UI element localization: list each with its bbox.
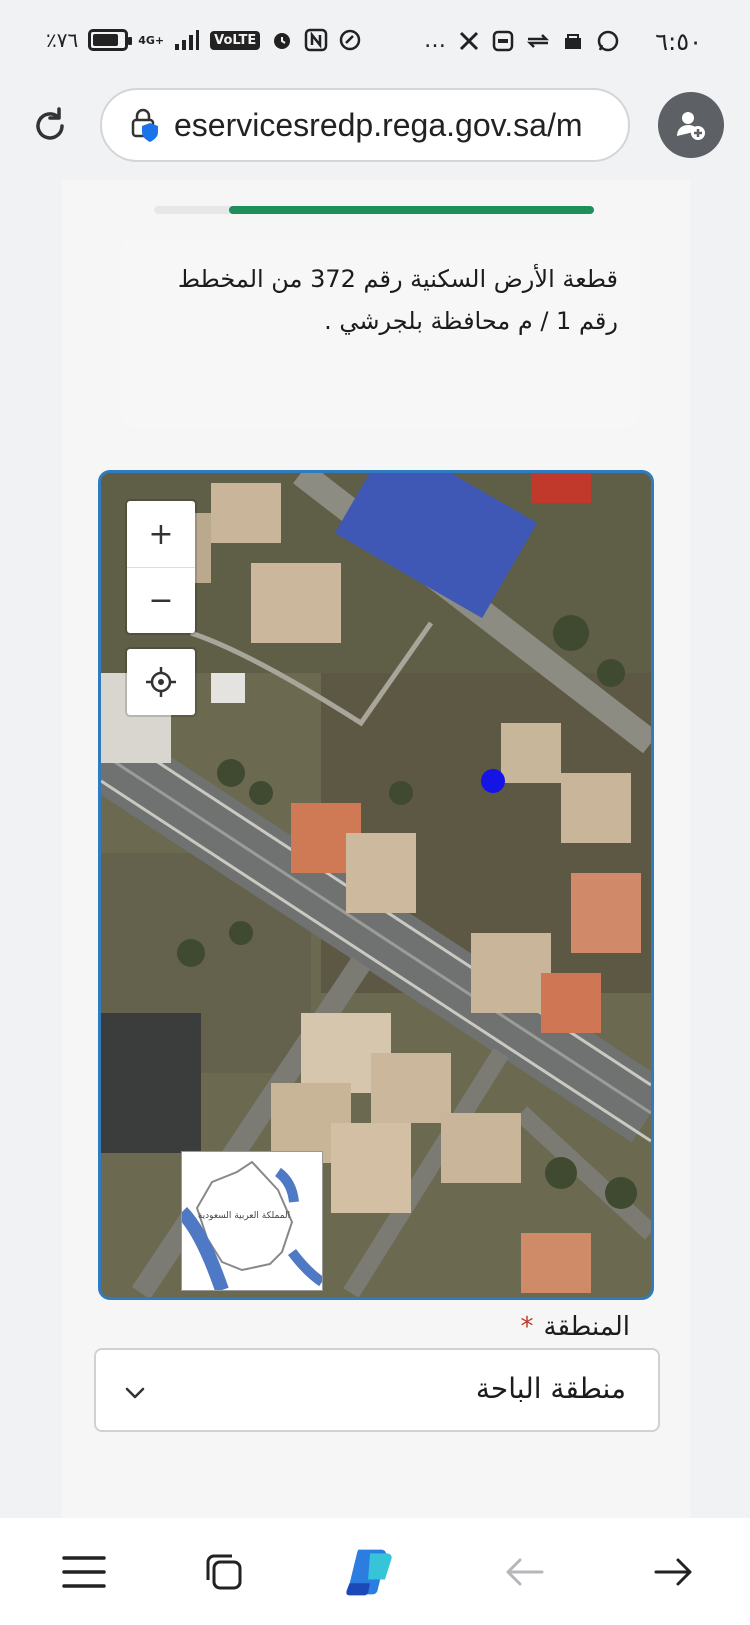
zoom-in-button[interactable]: + [127, 501, 195, 567]
region-label-text: المنطقة [543, 1312, 630, 1342]
locate-button[interactable] [127, 649, 195, 715]
region-select[interactable]: منطقة الباحة [94, 1348, 660, 1432]
menu-icon[interactable] [56, 1544, 112, 1600]
required-asterisk: * [520, 1312, 534, 1342]
form-page: قطعة الأرض السكنية رقم 372 من المخطط رقم… [62, 180, 690, 1520]
url-text[interactable]: eservicesredp.rega.gov.sa/m [174, 107, 582, 144]
map-view[interactable]: + − المملكة العربية السعودية [98, 470, 654, 1300]
x-icon [459, 31, 479, 50]
forward-arrow-icon[interactable] [646, 1544, 702, 1600]
zoom-out-button[interactable]: − [127, 567, 195, 633]
chevron-down-icon[interactable] [122, 1380, 148, 1406]
app-icon [526, 33, 550, 48]
person-add-icon [677, 112, 705, 140]
battery-percent: ٪٧٦ [46, 28, 79, 52]
lock-shield-icon[interactable] [128, 107, 164, 143]
property-description-card: قطعة الأرض السكنية رقم 372 من المخطط رقم… [120, 238, 640, 428]
nfc-icon [305, 28, 328, 52]
tabs-icon[interactable] [196, 1544, 252, 1600]
crosshair-icon [146, 667, 176, 697]
bottom-navigation [0, 1518, 750, 1625]
progress-fill [228, 206, 594, 214]
region-select-value[interactable]: منطقة الباحة [476, 1372, 626, 1405]
volte-badge: VoLTE [210, 30, 261, 50]
status-bar: ٪٧٦ 4G+ VoLTE … ٦:٥٠ [0, 0, 750, 88]
notification-icons: … [424, 28, 620, 53]
alarm-icon [274, 33, 291, 49]
data-saver-icon [340, 29, 361, 51]
app-icon [565, 33, 581, 49]
add-profile-icon[interactable] [658, 92, 724, 158]
progress-bar [154, 206, 594, 214]
overflow-dots: … [424, 28, 446, 53]
zoom-controls: + − [127, 501, 195, 633]
overview-map[interactable]: المملكة العربية السعودية [176, 1151, 325, 1293]
battery-icon [88, 29, 133, 51]
app-icon [492, 30, 514, 51]
region-label: المنطقة * [521, 1312, 630, 1342]
reload-icon[interactable] [28, 104, 72, 148]
copilot-icon[interactable] [342, 1544, 398, 1600]
overview-map-label: المملكة العربية السعودية [198, 1211, 290, 1221]
overview-map-shape: المملكة العربية السعودية [176, 1152, 325, 1293]
clock: ٦:٥٠ [655, 28, 702, 56]
status-left-group: ٪٧٦ 4G+ VoLTE [46, 28, 362, 52]
location-marker[interactable] [481, 769, 505, 793]
address-bar[interactable]: eservicesredp.rega.gov.sa/m [100, 88, 630, 162]
back-arrow-icon[interactable] [496, 1544, 552, 1600]
whatsapp-icon [597, 30, 619, 51]
property-description: قطعة الأرض السكنية رقم 372 من المخطط رقم… [177, 265, 618, 335]
network-type: 4G+ [138, 33, 165, 47]
browser-toolbar: eservicesredp.rega.gov.sa/m [0, 88, 750, 180]
signal-icon [175, 30, 200, 50]
